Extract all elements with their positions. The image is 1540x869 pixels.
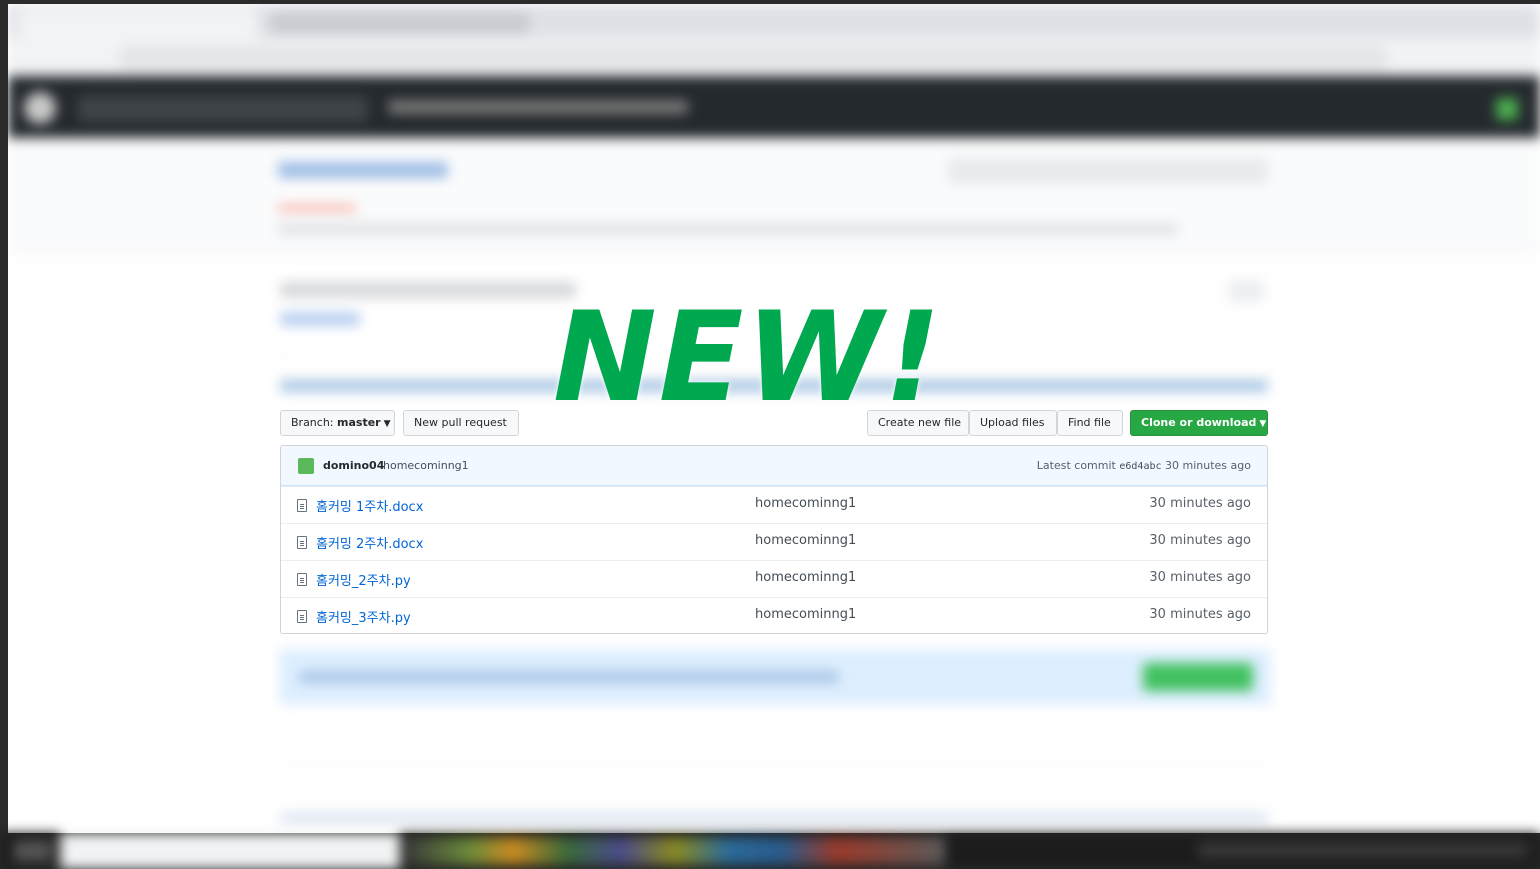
- footer-divider: [280, 764, 1268, 765]
- file-name-link[interactable]: 홈커밍 1주차.docx: [316, 496, 423, 515]
- active-tab-indicator: [278, 206, 356, 210]
- commit-sha[interactable]: e6d4abc: [1119, 461, 1161, 472]
- add-topics-link[interactable]: [280, 312, 360, 326]
- system-tray[interactable]: [1198, 843, 1528, 857]
- repo-action-buttons[interactable]: [948, 158, 1268, 184]
- new-overlay-text: NEW!: [553, 286, 943, 430]
- repo-title[interactable]: [278, 162, 448, 178]
- repo-description: [280, 282, 576, 298]
- caret-down-icon: ▼: [1259, 419, 1267, 429]
- download-shelf[interactable]: [60, 833, 400, 869]
- site-nav[interactable]: [388, 100, 688, 114]
- site-search-input[interactable]: [78, 96, 368, 122]
- upload-files-button[interactable]: Upload files: [969, 410, 1057, 436]
- avatar[interactable]: [298, 458, 314, 474]
- branch-select-button[interactable]: Branch: master ▼: [280, 410, 395, 436]
- file-row: 홈커밍_3주차.py homecominng1 30 minutes ago: [281, 597, 1267, 633]
- branch-value: master: [337, 416, 381, 429]
- add-readme-button[interactable]: [1143, 663, 1253, 691]
- start-button[interactable]: [14, 841, 52, 861]
- file-age: 30 minutes ago: [1149, 496, 1251, 511]
- file-name-link[interactable]: 홈커밍_2주차.py: [316, 570, 411, 589]
- file-name-link[interactable]: 홈커밍_3주차.py: [316, 607, 411, 626]
- file-commit-message[interactable]: homecominng1: [755, 496, 856, 511]
- edit-description-button[interactable]: [1228, 280, 1264, 302]
- user-avatar[interactable]: [1496, 98, 1518, 120]
- file-name-link[interactable]: 홈커밍 2주차.docx: [316, 533, 423, 552]
- file-row: 홈커밍 2주차.docx homecominng1 30 minutes ago: [281, 523, 1267, 560]
- file-icon: [297, 573, 307, 586]
- browser-window: Branch: master ▼ New pull request Create …: [8, 4, 1540, 833]
- file-age: 30 minutes ago: [1149, 570, 1251, 585]
- latest-commit-label: Latest commit: [1036, 459, 1116, 472]
- browser-tab[interactable]: [18, 8, 258, 38]
- os-taskbar: [0, 833, 1540, 869]
- file-age: 30 minutes ago: [1149, 607, 1251, 622]
- file-icon: [297, 536, 307, 549]
- file-commit-message[interactable]: homecominng1: [755, 607, 856, 622]
- commit-author[interactable]: domino04: [323, 459, 384, 472]
- site-header: [8, 76, 1540, 138]
- file-age: 30 minutes ago: [1149, 533, 1251, 548]
- file-list: domino04 homecominng1 Latest commit e6d4…: [280, 445, 1268, 634]
- file-row: 홈커밍 1주차.docx homecominng1 30 minutes ago: [281, 486, 1267, 523]
- banner-text: [299, 671, 839, 683]
- file-commit-message[interactable]: homecominng1: [755, 533, 856, 548]
- browser-tab-strip: [8, 4, 1540, 38]
- site-logo-icon[interactable]: [24, 92, 56, 124]
- footer-links[interactable]: [280, 812, 1268, 824]
- find-file-button[interactable]: Find file: [1057, 410, 1123, 436]
- clone-or-download-button[interactable]: Clone or download ▼: [1130, 410, 1268, 436]
- file-icon: [297, 499, 307, 512]
- clone-or-download-label: Clone or download: [1141, 416, 1257, 429]
- latest-commit-bar: domino04 homecominng1 Latest commit e6d4…: [281, 446, 1267, 486]
- commit-age: 30 minutes ago: [1165, 459, 1251, 472]
- file-row: 홈커밍_2주차.py homecominng1 30 minutes ago: [281, 560, 1267, 597]
- readme-banner: [280, 650, 1270, 704]
- new-pull-request-button[interactable]: New pull request: [403, 410, 519, 436]
- repo-tabs[interactable]: [278, 222, 1178, 236]
- caret-down-icon: ▼: [383, 419, 391, 429]
- taskbar-apps[interactable]: [405, 837, 945, 865]
- file-icon: [297, 610, 307, 623]
- browser-toolbar: [8, 38, 1540, 76]
- commit-message[interactable]: homecominng1: [383, 459, 469, 472]
- browser-tab[interactable]: [270, 12, 530, 34]
- branch-label: Branch:: [291, 416, 334, 429]
- address-bar[interactable]: [118, 46, 1388, 70]
- file-commit-message[interactable]: homecominng1: [755, 570, 856, 585]
- repo-header: [8, 138, 1540, 253]
- commit-meta: Latest commit e6d4abc 30 minutes ago: [1037, 459, 1251, 472]
